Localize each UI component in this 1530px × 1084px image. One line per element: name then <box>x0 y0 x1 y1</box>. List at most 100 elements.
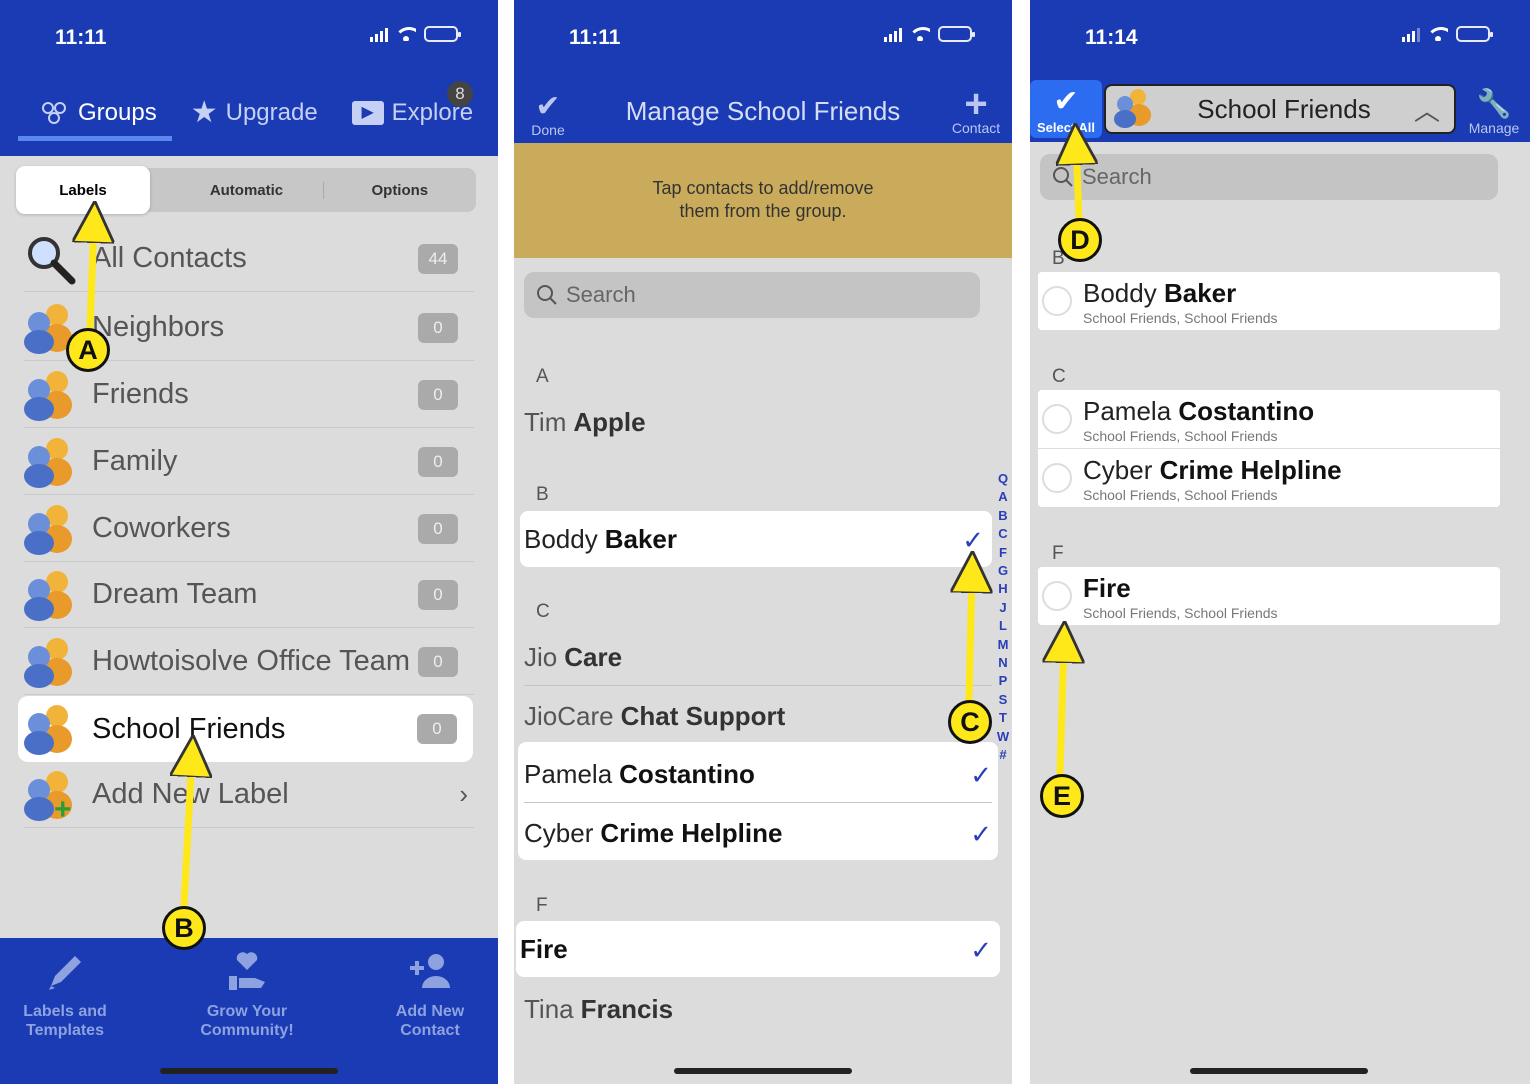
index-letter[interactable]: P <box>996 672 1010 690</box>
people-group-icon <box>24 436 76 488</box>
section-header-c: C <box>1052 366 1066 387</box>
contact-name: Cyber Crime Helpline <box>1083 455 1342 486</box>
select-radio[interactable] <box>1042 286 1072 316</box>
label-row-friends[interactable]: Friends 0 <box>24 362 474 428</box>
contact-label: Contact <box>951 120 1001 136</box>
select-all-button[interactable]: ✔ Select All <box>1030 80 1102 138</box>
select-radio[interactable] <box>1042 581 1072 611</box>
wrench-icon: 🔧 <box>1476 88 1512 119</box>
label-row-howtoisolve-office-team[interactable]: Howtoisolve Office Team 0 <box>24 629 474 695</box>
contact-row[interactable]: Cyber Crime Helpline School Friends, Sch… <box>1038 449 1500 507</box>
manage-group-screen: 11:11 ✔ Done Manage School Friends + Con… <box>514 0 1012 1084</box>
page-title: Manage School Friends <box>625 96 901 126</box>
index-letter[interactable]: Q <box>996 470 1010 488</box>
label-row-add-new-label[interactable]: + Add New Label › <box>24 762 474 828</box>
contact-row[interactable]: Tim Apple <box>524 394 994 450</box>
contact-last-name: Crime Helpline <box>600 817 783 848</box>
contact-row-selected[interactable]: Boddy Baker ✓ <box>520 511 992 567</box>
search-input[interactable]: Search <box>1040 154 1498 200</box>
contact-row-selected[interactable]: Cyber Crime Helpline ✓ <box>524 805 998 861</box>
contact-row-selected[interactable]: Pamela Costantino ✓ <box>524 746 998 802</box>
active-tab-indicator <box>18 136 172 141</box>
manage-label: Manage <box>1468 120 1520 136</box>
group-members-screen: 11:14 ✔ Select All School Friends ︿ 🔧 Ma… <box>1030 0 1530 1084</box>
segment-options[interactable]: Options <box>324 182 476 199</box>
contact-last-name: Baker <box>604 523 678 554</box>
people-group-icon <box>24 636 76 688</box>
label-row-dream-team[interactable]: Dream Team 0 <box>24 562 474 628</box>
section-header-f: F <box>1052 543 1064 564</box>
index-letter[interactable]: J <box>996 599 1010 617</box>
index-letter[interactable]: G <box>996 562 1010 580</box>
star-icon: ★ <box>190 96 218 129</box>
index-letter[interactable]: H <box>996 580 1010 598</box>
contact-row[interactable]: JioCare Chat Support <box>524 688 994 744</box>
search-placeholder: Search <box>1082 164 1152 189</box>
checkmark-icon: ✔ <box>1053 85 1079 118</box>
chevron-right-icon: › <box>459 779 468 809</box>
index-letter[interactable]: A <box>996 488 1010 506</box>
grow-community-line1: Grow Your <box>206 1003 288 1020</box>
status-icons <box>884 26 975 42</box>
contact-row[interactable]: Jio Care <box>524 629 994 685</box>
select-radio[interactable] <box>1042 404 1072 434</box>
status-time: 11:11 <box>569 26 621 49</box>
contact-row-selected[interactable]: Fire ✓ <box>516 921 1000 977</box>
index-letter[interactable]: S <box>996 691 1010 709</box>
add-new-contact-button[interactable]: Add New Contact <box>365 938 495 1040</box>
contact-row[interactable]: Tina Francis <box>524 981 994 1037</box>
label-row-all-contacts[interactable]: All Contacts 44 <box>24 226 474 292</box>
label-name: All Contacts <box>92 242 247 274</box>
wifi-icon <box>396 27 416 41</box>
segment-automatic[interactable]: Automatic <box>170 181 324 199</box>
labels-templates-button[interactable]: Labels and Templates <box>0 938 130 1040</box>
alphabet-index[interactable]: Q A B C F G H J L M N P S T W # <box>996 470 1010 765</box>
select-all-label: Select All <box>1036 120 1096 135</box>
contact-first-name: Tina <box>524 993 574 1024</box>
label-row-coworkers[interactable]: Coworkers 0 <box>24 496 474 562</box>
pencil-icon <box>49 956 81 990</box>
label-row-family[interactable]: Family 0 <box>24 429 474 495</box>
index-letter[interactable]: N <box>996 654 1010 672</box>
contact-first-name: Jio <box>524 641 558 672</box>
status-bar: 11:14 <box>1030 20 1530 56</box>
contact-first-name: Boddy <box>1083 278 1157 308</box>
index-letter[interactable]: M <box>996 636 1010 654</box>
contact-card: Boddy Baker School Friends, School Frien… <box>1038 272 1500 330</box>
tab-upgrade[interactable]: ★ Upgrade <box>191 95 318 130</box>
manage-button[interactable]: 🔧 Manage <box>1466 88 1522 136</box>
label-name: Friends <box>92 378 189 410</box>
segment-labels[interactable]: Labels <box>16 166 150 214</box>
contact-row[interactable]: Pamela Costantino School Friends, School… <box>1038 390 1500 448</box>
add-contact-button[interactable]: + Contact <box>948 84 1004 136</box>
group-selector[interactable]: School Friends ︿ <box>1104 84 1456 134</box>
search-icon <box>1053 167 1073 187</box>
annotation-badge-a: A <box>66 328 110 372</box>
contact-name: Pamela Costantino <box>1083 396 1314 427</box>
row-divider <box>524 685 992 686</box>
status-icons <box>370 26 461 42</box>
contact-card: Fire School Friends, School Friends <box>1038 567 1500 625</box>
contact-row[interactable]: Boddy Baker School Friends, School Frien… <box>1038 272 1500 330</box>
index-letter[interactable]: W <box>996 728 1010 746</box>
instruction-banner: Tap contacts to add/remove them from the… <box>514 143 1012 258</box>
index-letter[interactable]: B <box>996 507 1010 525</box>
add-new-contact-line1: Add New <box>395 1003 465 1020</box>
label-count: 0 <box>417 714 457 744</box>
index-letter[interactable]: F <box>996 544 1010 562</box>
index-letter[interactable]: T <box>996 709 1010 727</box>
groups-icon <box>42 101 66 124</box>
search-input[interactable]: Search <box>524 272 980 318</box>
label-row-school-friends[interactable]: School Friends 0 <box>18 696 473 762</box>
labels-templates-line2: Templates <box>26 1022 104 1039</box>
banner-line1: Tap contacts to add/remove <box>652 178 874 198</box>
signal-icon <box>1402 26 1420 42</box>
index-letter[interactable]: L <box>996 617 1010 635</box>
contact-row[interactable]: Fire School Friends, School Friends <box>1038 567 1500 625</box>
status-time: 11:11 <box>55 26 107 49</box>
tab-groups[interactable]: Groups <box>40 99 157 127</box>
grow-community-button[interactable]: Grow Your Community! <box>182 938 312 1040</box>
index-letter[interactable]: # <box>996 746 1010 764</box>
index-letter[interactable]: C <box>996 525 1010 543</box>
select-radio[interactable] <box>1042 463 1072 493</box>
